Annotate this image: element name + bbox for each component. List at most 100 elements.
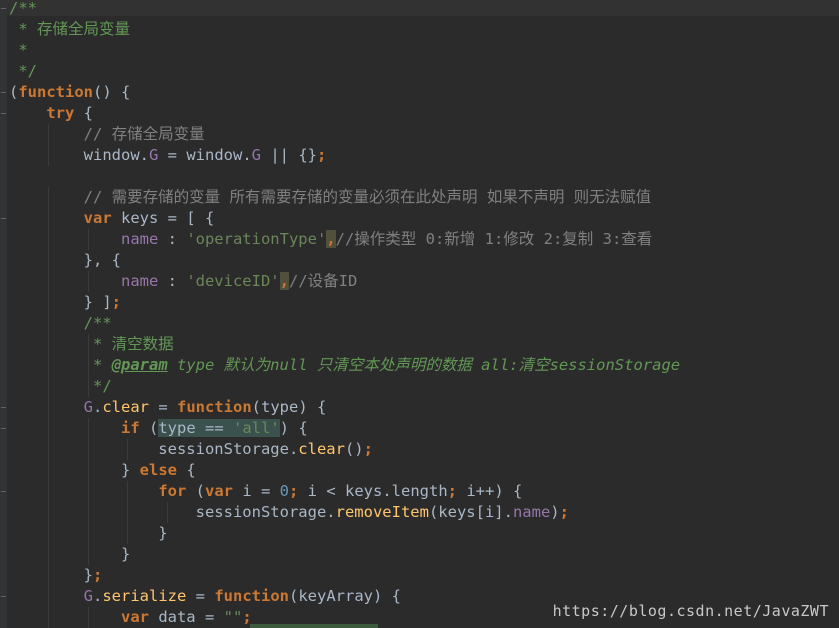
code-token: , [326, 230, 336, 248]
code-line[interactable]: sessionStorage.removeItem(keys[i].name); [9, 502, 680, 523]
code-token: * [9, 41, 28, 59]
indent-guide [48, 292, 50, 313]
code-token: name [120, 230, 159, 248]
fold-marker[interactable] [1, 8, 6, 9]
code-token: ; [111, 293, 121, 311]
fold-marker[interactable] [1, 218, 6, 219]
code-token: = [149, 398, 178, 416]
code-line[interactable]: /** [9, 0, 680, 19]
code-line[interactable]: } else { [9, 460, 680, 481]
editor-gutter[interactable] [0, 0, 7, 628]
code-token: i < keys.length [307, 482, 448, 500]
code-line[interactable]: } ]; [9, 292, 680, 313]
code-token: /** [9, 0, 37, 17]
fold-marker[interactable] [1, 491, 6, 492]
indent-guide [127, 481, 129, 502]
indent-guide [48, 418, 50, 439]
indent-guide [48, 313, 50, 334]
code-line[interactable]: try { [9, 103, 680, 124]
code-line[interactable]: }, { [9, 250, 680, 271]
code-line[interactable]: sessionStorage.clear(); [9, 439, 680, 460]
code-line[interactable]: if (type == 'all') { [9, 418, 680, 439]
code-line[interactable]: G.clear = function(type) { [9, 397, 680, 418]
code-line[interactable]: (function() { [9, 82, 680, 103]
code-line[interactable]: * 存储全局变量 [9, 19, 680, 40]
code-token: i++) { [466, 482, 523, 500]
code-token: keys = [ { [111, 209, 215, 227]
code-line[interactable]: name : 'deviceID',//设备ID [9, 271, 680, 292]
indent-guide [48, 334, 50, 355]
code-token: var [120, 608, 149, 626]
code-line[interactable]: name : 'operationType',//操作类型 0:新增 1:修改 … [9, 229, 680, 250]
indent-guide [87, 460, 89, 481]
indent-guide [87, 481, 89, 502]
indent-guide [166, 502, 168, 523]
code-line[interactable]: } [9, 544, 680, 565]
code-line[interactable]: } [9, 523, 680, 544]
code-token: }, { [9, 251, 121, 269]
code-token: ; [317, 146, 327, 164]
code-token: //设备ID [288, 272, 358, 290]
code-token: ) { [279, 419, 308, 437]
code-token: . [93, 398, 103, 416]
code-token: = [186, 587, 215, 605]
code-token: { [74, 104, 93, 122]
indent-guide [87, 607, 89, 628]
code-token: ; [363, 440, 373, 458]
fold-marker[interactable] [1, 92, 6, 93]
code-line[interactable]: // 需要存储的变量 所有需要存储的变量必须在此处声明 如果不声明 则无法赋值 [9, 187, 680, 208]
fold-marker[interactable] [1, 113, 6, 114]
code-line[interactable]: for (var i = 0; i < keys.length; i++) { [9, 481, 680, 502]
code-line[interactable] [9, 166, 680, 187]
indent-guide [48, 502, 50, 523]
code-token: G [148, 146, 159, 164]
indent-guide [87, 544, 89, 565]
code-line[interactable]: */ [9, 61, 680, 82]
indent-guide [48, 355, 50, 376]
code-line[interactable]: // 存储全局变量 [9, 124, 680, 145]
code-token: G [83, 398, 93, 416]
code-token: sessionStorage. [9, 503, 336, 521]
indent-guide [87, 502, 89, 523]
code-line[interactable]: * 清空数据 [9, 334, 680, 355]
code-token: } [9, 545, 131, 563]
code-line[interactable]: */ [9, 376, 680, 397]
code-token: clear [102, 398, 150, 416]
code-line[interactable]: window.G = window.G || {}; [9, 145, 680, 166]
code-line[interactable]: * [9, 40, 680, 61]
code-token: = window. [158, 146, 252, 164]
indent-guide [127, 439, 129, 460]
code-token: var [204, 482, 233, 500]
fold-marker[interactable] [1, 428, 6, 429]
code-token: } ] [9, 293, 112, 311]
code-token: i = [232, 482, 280, 500]
code-line[interactable]: * @param type 默认为null 只清空本处声明的数据 all:清空s… [9, 355, 680, 376]
code-editor[interactable]: /** * 存储全局变量 * */(function() { try { // … [9, 0, 680, 628]
indent-guide [48, 565, 50, 586]
code-token: else [139, 461, 177, 479]
code-line[interactable]: /** [9, 313, 680, 334]
fold-marker[interactable] [1, 596, 6, 597]
code-token: { [176, 461, 196, 479]
code-token: // 存储全局变量 [83, 125, 205, 143]
code-token: } [9, 566, 93, 584]
code-token: ; [289, 482, 308, 500]
indent-guide [48, 607, 50, 628]
code-token: . [93, 587, 103, 605]
code-line[interactable]: }; [9, 565, 680, 586]
indent-guide [48, 439, 50, 460]
fold-marker[interactable] [1, 407, 6, 408]
code-token: () { [93, 83, 131, 101]
code-token: G [251, 146, 261, 164]
code-line[interactable]: var keys = [ { [9, 208, 680, 229]
indent-guide [87, 334, 89, 355]
indent-guide [48, 229, 50, 250]
